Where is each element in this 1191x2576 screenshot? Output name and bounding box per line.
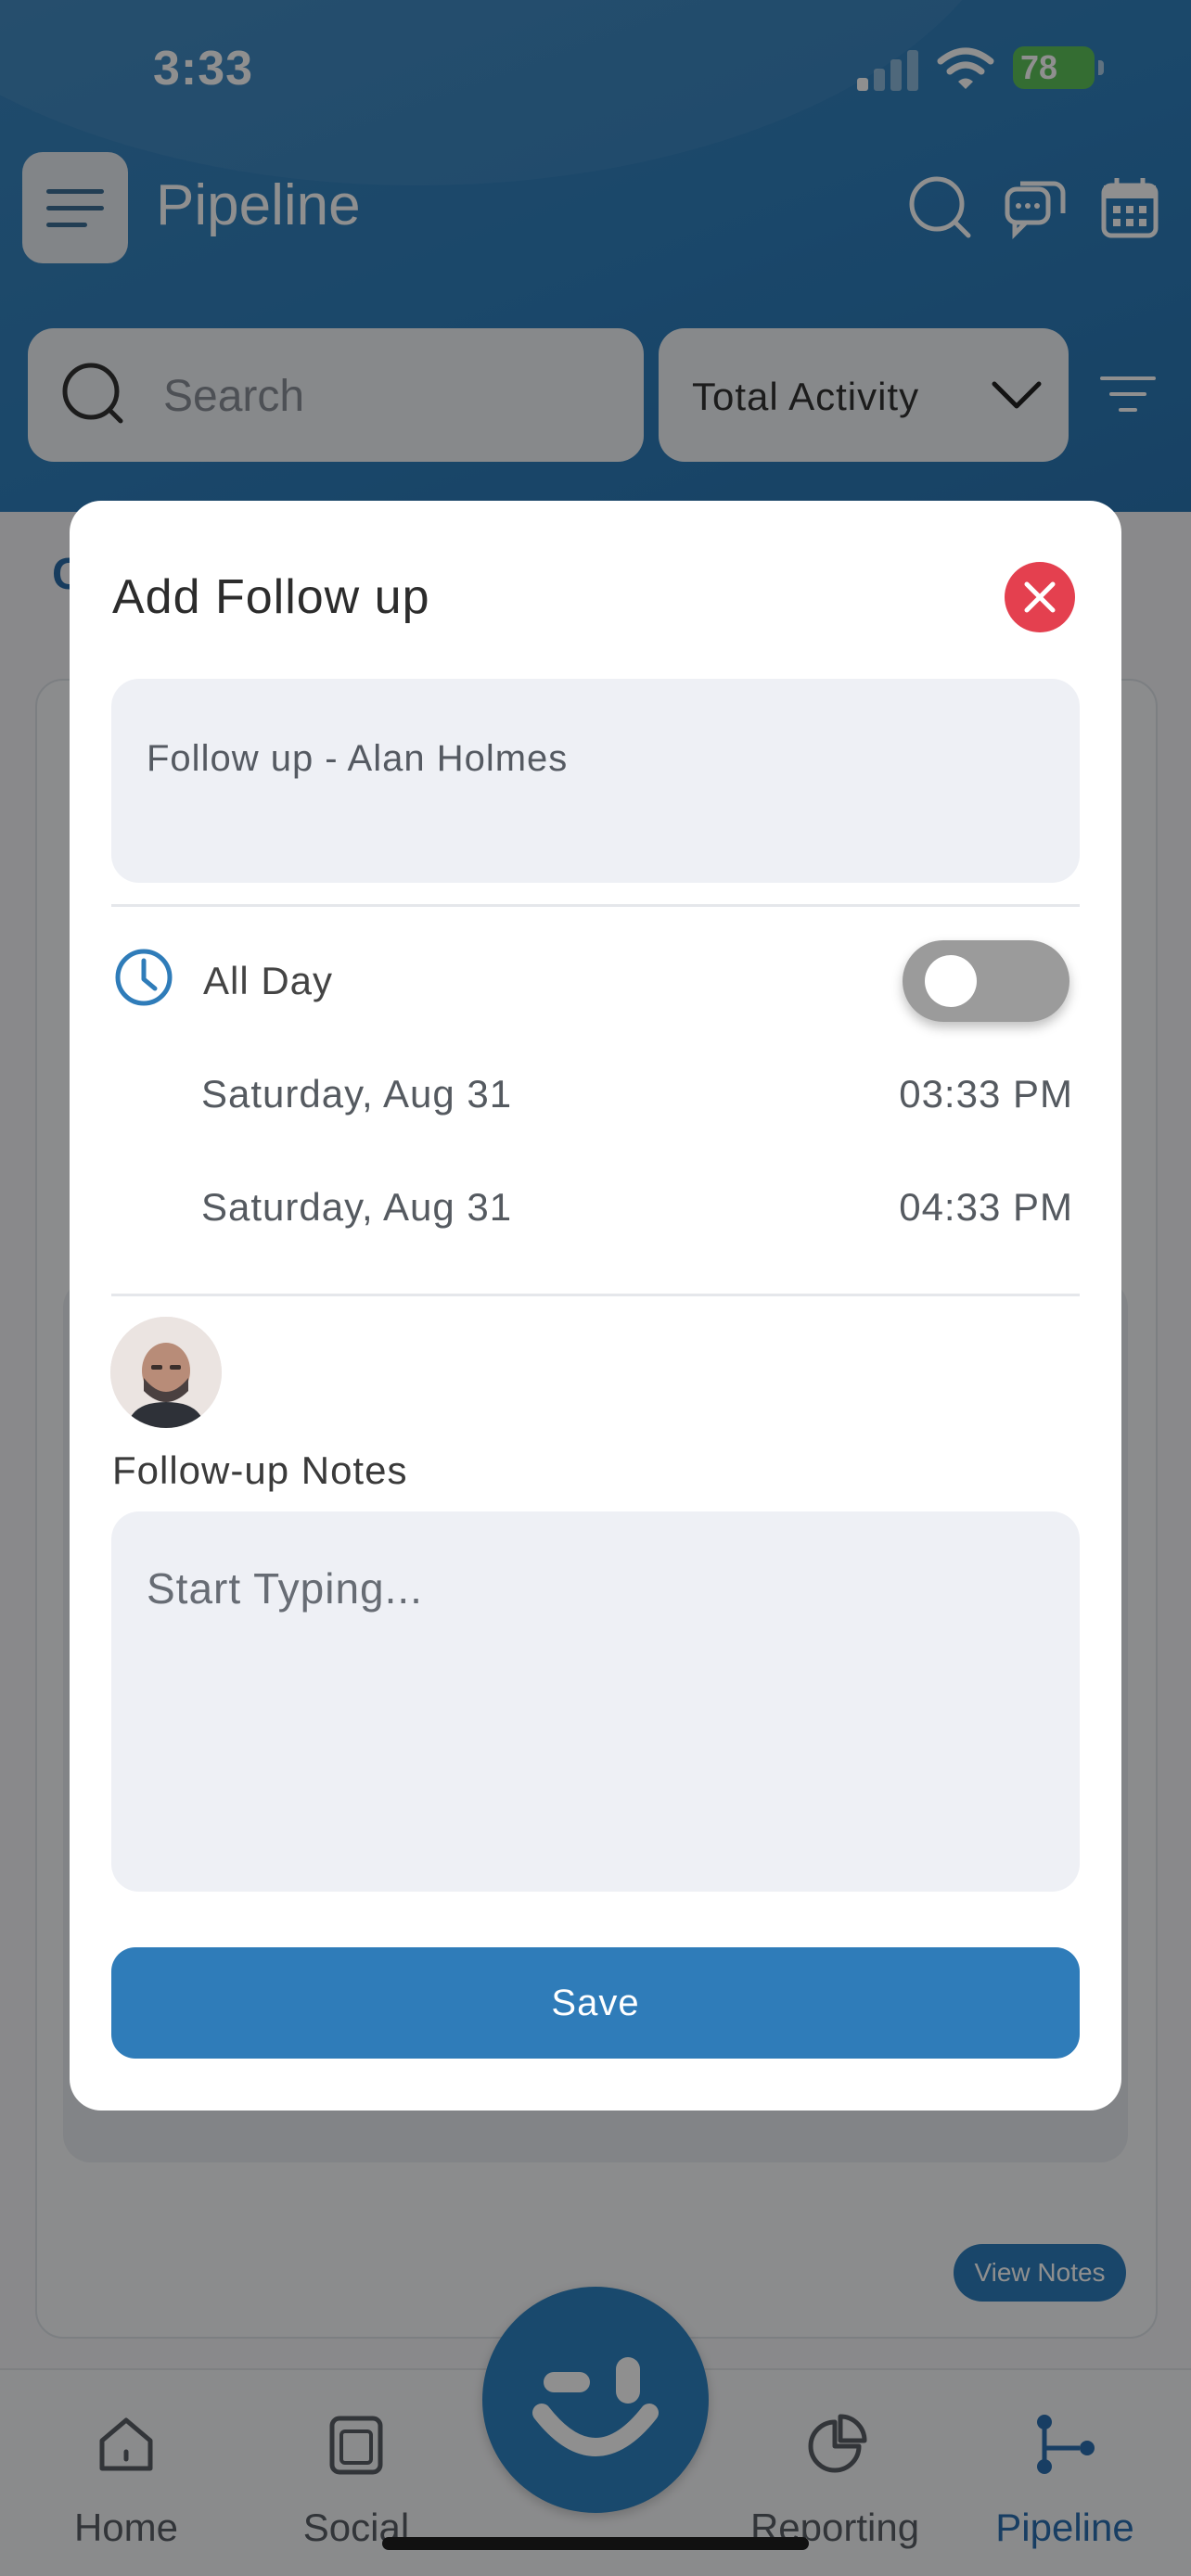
avatar-image bbox=[110, 1317, 222, 1428]
end-datetime-row[interactable]: Saturday, Aug 31 04:33 PM bbox=[201, 1185, 1073, 1241]
close-icon bbox=[1024, 581, 1056, 613]
end-time[interactable]: 04:33 PM bbox=[899, 1185, 1073, 1230]
clock-icon bbox=[115, 949, 173, 1006]
follow-up-title-field[interactable]: Follow up - Alan Holmes bbox=[111, 679, 1080, 883]
notes-textarea[interactable]: Start Typing... bbox=[111, 1511, 1080, 1892]
follow-up-title-value: Follow up - Alan Holmes bbox=[147, 738, 569, 779]
start-time[interactable]: 03:33 PM bbox=[899, 1072, 1073, 1116]
save-button[interactable]: Save bbox=[111, 1947, 1080, 2059]
end-date[interactable]: Saturday, Aug 31 bbox=[201, 1185, 512, 1230]
close-button[interactable] bbox=[1005, 562, 1075, 632]
toggle-knob bbox=[925, 955, 977, 1007]
all-day-toggle[interactable] bbox=[903, 940, 1069, 1022]
avatar bbox=[110, 1317, 222, 1428]
notes-placeholder: Start Typing... bbox=[147, 1564, 423, 1613]
notes-label: Follow-up Notes bbox=[112, 1448, 408, 1492]
start-date[interactable]: Saturday, Aug 31 bbox=[201, 1072, 512, 1116]
add-follow-up-modal: Add Follow up Follow up - Alan Holmes Al… bbox=[70, 501, 1121, 2111]
home-indicator bbox=[382, 2537, 809, 2550]
all-day-label: All Day bbox=[203, 959, 334, 1002]
divider bbox=[111, 904, 1080, 907]
modal-title: Add Follow up bbox=[112, 570, 430, 624]
divider bbox=[111, 1294, 1080, 1296]
start-datetime-row[interactable]: Saturday, Aug 31 03:33 PM bbox=[201, 1072, 1073, 1128]
